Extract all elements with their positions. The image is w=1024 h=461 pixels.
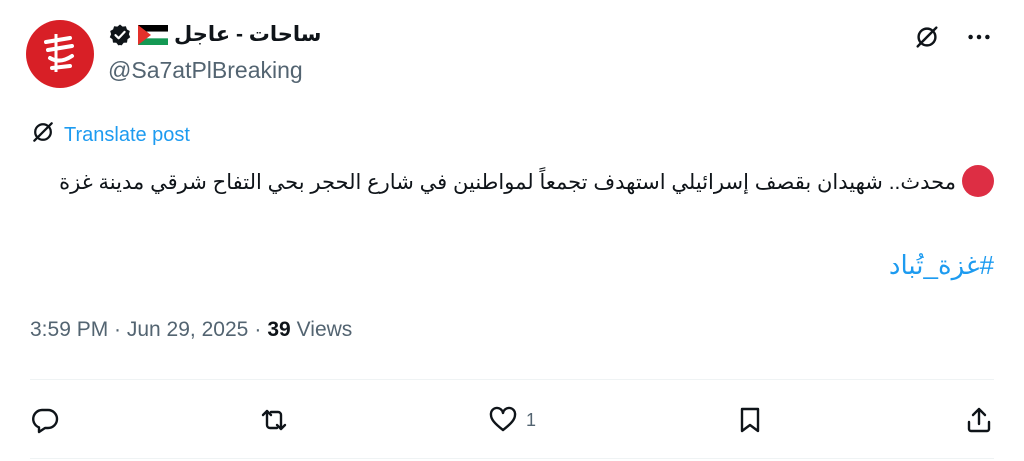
post-top-actions (912, 22, 994, 52)
post-meta: 3:59 PM · Jun 29, 2025 · 39 Views (30, 318, 352, 342)
post-timestamp[interactable]: 3:59 PM · Jun 29, 2025 (30, 318, 248, 342)
post-body: محدث.. شهيدان بقصف إسرائيلي استهدف تجمعا… (59, 171, 956, 194)
post-text: محدث.. شهيدان بقصف إسرائيلي استهدف تجمعا… (34, 164, 994, 202)
grok-icon[interactable] (912, 22, 942, 52)
divider-bottom (30, 458, 994, 459)
translate-post-label: Translate post (64, 123, 190, 146)
reply-button[interactable] (30, 405, 60, 435)
avatar[interactable] (26, 20, 94, 88)
more-icon[interactable] (964, 22, 994, 52)
post-action-bar: 1 (30, 400, 994, 440)
red-circle-emoji-icon (962, 165, 994, 197)
bookmark-button[interactable] (735, 405, 765, 435)
translate-post-link[interactable]: Translate post (30, 119, 190, 151)
palestine-flag-icon (138, 24, 168, 45)
share-button[interactable] (964, 405, 994, 435)
hashtag-link[interactable]: #غزة_تُباد (889, 250, 994, 281)
account-name-row: ساحات - عاجل (108, 22, 321, 47)
account-handle[interactable]: @Sa7atPlBreaking (108, 57, 303, 84)
reply-icon (32, 408, 59, 434)
like-button[interactable]: 1 (488, 405, 536, 435)
avatar-logo-icon (44, 34, 74, 72)
divider-top (30, 379, 994, 380)
translate-globe-icon (30, 119, 56, 151)
meta-separator: · (254, 318, 262, 341)
display-name[interactable]: ساحات - عاجل (174, 22, 321, 47)
share-icon (967, 407, 991, 433)
heart-icon (489, 406, 517, 432)
verified-badge-icon (108, 23, 132, 47)
bookmark-icon (740, 407, 760, 433)
like-count: 1 (525, 409, 536, 430)
views-count: 39 (267, 318, 291, 341)
repost-button[interactable] (259, 405, 289, 435)
views-label: Views (296, 318, 353, 341)
repost-icon (261, 409, 287, 431)
